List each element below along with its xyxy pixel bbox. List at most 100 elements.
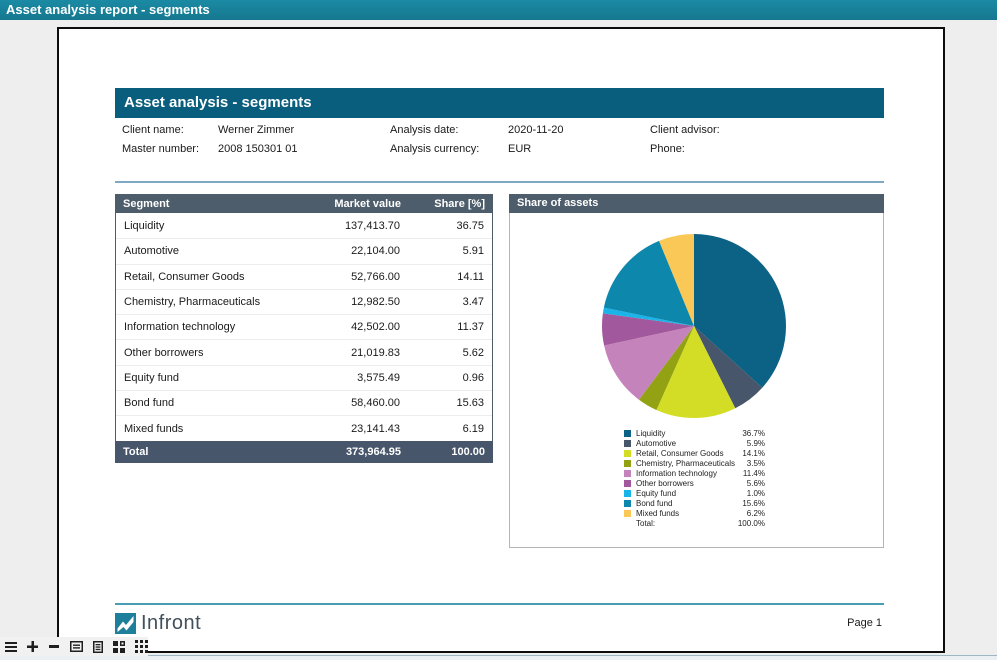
- table-cell: 15.63: [400, 397, 492, 409]
- legend-swatch: [624, 470, 631, 477]
- viewer-toolbar: [0, 637, 148, 656]
- col-header-share: Share [%]: [401, 198, 493, 210]
- table-cell: Equity fund: [116, 372, 285, 384]
- menu-icon[interactable]: [4, 640, 18, 654]
- section-divider: [115, 181, 884, 183]
- table-cell: 52,766.00: [285, 271, 400, 283]
- table-row: Equity fund3,575.490.96: [116, 365, 492, 390]
- phone-label: Phone:: [650, 143, 685, 157]
- client-name-label: Client name:: [122, 124, 184, 138]
- report-title: Asset analysis - segments: [115, 88, 884, 118]
- legend-row: Retail, Consumer Goods14.1%: [624, 448, 765, 458]
- legend-row: Automotive5.9%: [624, 438, 765, 448]
- segment-table-body: Liquidity137,413.7036.75Automotive22,104…: [115, 213, 493, 441]
- table-cell: 12,982.50: [285, 296, 400, 308]
- table-row: Other borrowers21,019.835.62: [116, 339, 492, 364]
- table-cell: 58,460.00: [285, 397, 400, 409]
- legend-row: Information technology11.4%: [624, 468, 765, 478]
- multi-page-view-icon[interactable]: [134, 640, 148, 654]
- legend-swatch: [624, 480, 631, 487]
- segment-table-header: Segment Market value Share [%]: [115, 194, 493, 213]
- legend-row: Equity fund1.0%: [624, 488, 765, 498]
- table-cell: Chemistry, Pharmaceuticals: [116, 296, 285, 308]
- table-row: Chemistry, Pharmaceuticals12,982.503.47: [116, 289, 492, 314]
- master-number-value: 2008 150301 01: [218, 143, 298, 157]
- zoom-out-icon[interactable]: [47, 640, 61, 654]
- col-header-market-value: Market value: [286, 198, 401, 210]
- legend-swatch: [624, 440, 631, 447]
- infront-logo-text: Infront: [141, 612, 201, 635]
- legend-row: Other borrowers5.6%: [624, 478, 765, 488]
- legend-label: Chemistry, Pharmaceuticals: [636, 459, 720, 468]
- table-cell: 36.75: [400, 220, 492, 232]
- infront-logo-icon: [115, 613, 136, 634]
- master-number-label: Master number:: [122, 143, 199, 157]
- footer-divider: [115, 603, 884, 605]
- legend-label: Information technology: [636, 469, 720, 478]
- legend-percent: 14.1%: [720, 449, 765, 458]
- segment-table-total-row: Total 373,964.95 100.00: [115, 441, 493, 463]
- two-page-view-icon[interactable]: [113, 640, 127, 654]
- table-row: Bond fund58,460.0015.63: [116, 390, 492, 415]
- legend-swatch: [624, 430, 631, 437]
- fit-width-icon[interactable]: [69, 640, 83, 654]
- legend-percent: 11.4%: [720, 469, 765, 478]
- segment-table: Segment Market value Share [%] Liquidity…: [115, 194, 493, 463]
- legend-label: Bond fund: [636, 499, 720, 508]
- table-cell: Retail, Consumer Goods: [116, 271, 285, 283]
- table-row: Information technology42,502.0011.37: [116, 314, 492, 339]
- analysis-currency-label: Analysis currency:: [390, 143, 479, 157]
- chart-panel-title: Share of assets: [509, 194, 884, 213]
- legend-swatch: [624, 460, 631, 467]
- table-cell: 22,104.00: [285, 245, 400, 257]
- fit-page-icon[interactable]: [91, 640, 105, 654]
- table-cell: 3,575.49: [285, 372, 400, 384]
- legend-label: Retail, Consumer Goods: [636, 449, 720, 458]
- total-share: 100.00: [401, 446, 493, 458]
- legend-row: Mixed funds6.2%: [624, 508, 765, 518]
- legend-label: Total:: [636, 519, 720, 528]
- total-market-value: 373,964.95: [286, 446, 401, 458]
- legend-label: Mixed funds: [636, 509, 720, 518]
- table-cell: Information technology: [116, 321, 285, 333]
- zoom-in-icon[interactable]: [26, 640, 40, 654]
- table-row: Liquidity137,413.7036.75: [116, 213, 492, 238]
- legend-swatch: [624, 510, 631, 517]
- table-cell: Automotive: [116, 245, 285, 257]
- legend-label: Other borrowers: [636, 479, 720, 488]
- table-cell: Other borrowers: [116, 347, 285, 359]
- client-name-value: Werner Zimmer: [218, 124, 294, 138]
- legend-percent: 5.9%: [720, 439, 765, 448]
- legend-row: Bond fund15.6%: [624, 498, 765, 508]
- table-cell: Bond fund: [116, 397, 285, 409]
- infront-logo: Infront: [115, 612, 201, 635]
- total-label: Total: [115, 446, 286, 458]
- table-cell: Liquidity: [116, 220, 285, 232]
- chart-area: Liquidity36.7%Automotive5.9%Retail, Cons…: [509, 213, 884, 548]
- table-cell: 137,413.70: [285, 220, 400, 232]
- client-advisor-label: Client advisor:: [650, 124, 720, 138]
- table-cell: 5.91: [400, 245, 492, 257]
- legend-percent: 6.2%: [720, 509, 765, 518]
- table-cell: 3.47: [400, 296, 492, 308]
- table-row: Automotive22,104.005.91: [116, 238, 492, 263]
- table-cell: 6.19: [400, 423, 492, 435]
- window-bottom-edge: [0, 655, 997, 660]
- legend-percent: 5.6%: [720, 479, 765, 488]
- legend-swatch: [624, 490, 631, 497]
- legend-swatch: [624, 520, 631, 527]
- table-row: Mixed funds23,141.436.19: [116, 415, 492, 440]
- legend-swatch: [624, 450, 631, 457]
- window-title: Asset analysis report - segments: [0, 0, 997, 20]
- table-cell: 5.62: [400, 347, 492, 359]
- pie-legend: Liquidity36.7%Automotive5.9%Retail, Cons…: [624, 428, 765, 528]
- analysis-currency-value: EUR: [508, 143, 531, 157]
- table-cell: Mixed funds: [116, 423, 285, 435]
- analysis-date-label: Analysis date:: [390, 124, 458, 138]
- legend-percent: 36.7%: [720, 429, 765, 438]
- legend-row: Chemistry, Pharmaceuticals3.5%: [624, 458, 765, 468]
- legend-percent: 100.0%: [720, 519, 765, 528]
- table-cell: 23,141.43: [285, 423, 400, 435]
- table-cell: 21,019.83: [285, 347, 400, 359]
- table-cell: 42,502.00: [285, 321, 400, 333]
